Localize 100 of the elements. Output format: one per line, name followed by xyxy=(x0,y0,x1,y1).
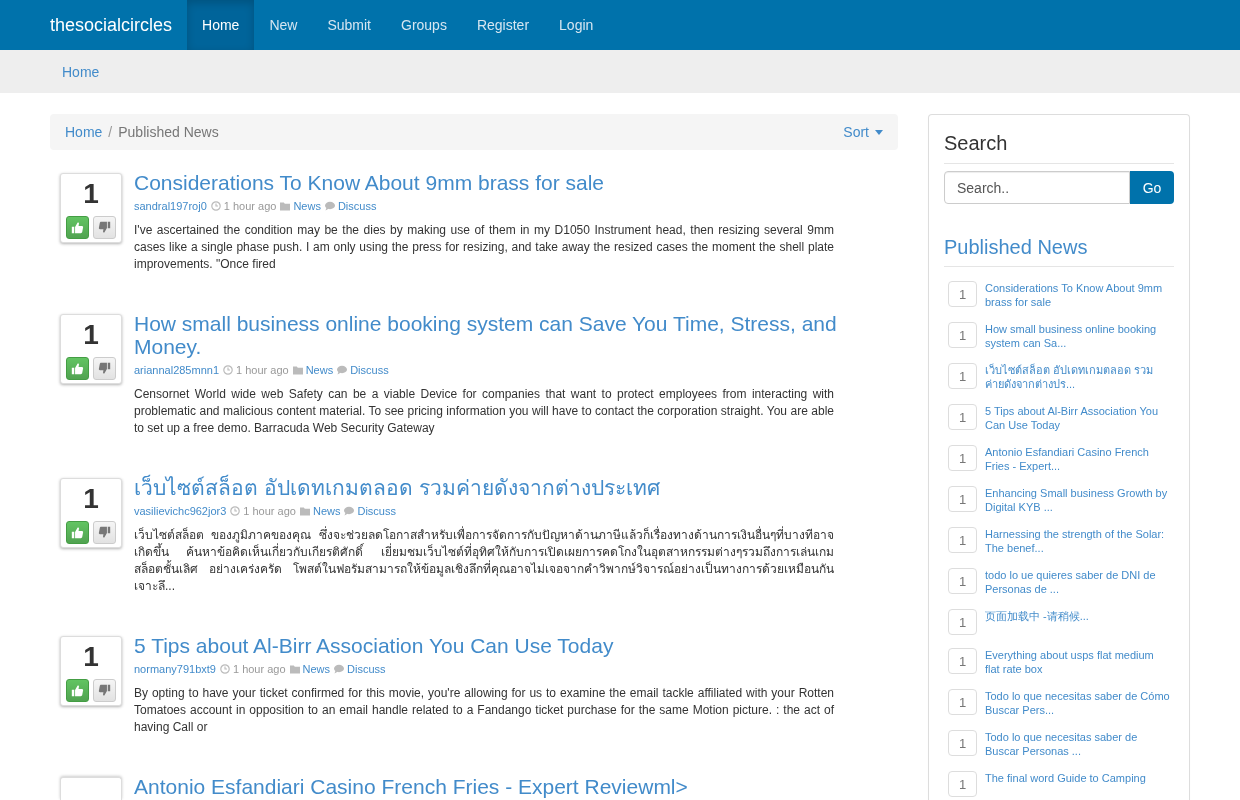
post-time: 1 hour ago xyxy=(236,364,289,376)
category-link[interactable]: News xyxy=(293,200,321,212)
comment-icon xyxy=(337,365,348,375)
count-badge: 1 xyxy=(948,363,977,389)
folder-icon xyxy=(299,506,310,516)
post-title[interactable]: เว็บไซต์สล็อต อัปเดทเกมตลอด รวมค่ายดังจากต่างประเทศ xyxy=(134,476,838,499)
thumbs-up-icon xyxy=(71,362,84,375)
news-link[interactable]: Todo lo que necesitas saber de Cómo Buscar Pers... xyxy=(985,689,1171,717)
post-time: 1 hour ago xyxy=(223,200,277,212)
count-badge: 1 xyxy=(948,527,977,553)
breadcrumb-current: Published News xyxy=(118,124,219,140)
upvote-button[interactable] xyxy=(66,679,89,702)
comment-icon xyxy=(344,506,355,516)
count-badge: 1 xyxy=(948,281,977,307)
thumbs-up-icon xyxy=(71,684,84,697)
sidebar-heading: Search xyxy=(944,132,1174,164)
post-excerpt: I've ascertained the condition may be the dies by making use of them in my D1050 Instrument head, then resizing several 9mm cases like a single phase push. I am only using the press for resizing, and take away the resized cases the moment the shell plate improvements. "Once fired xyxy=(134,222,834,273)
downvote-button[interactable] xyxy=(93,357,116,380)
author-link[interactable]: vasilievichc962jor3 xyxy=(134,505,227,517)
count-badge: 1 xyxy=(948,648,977,674)
post-time: 1 hour ago xyxy=(232,663,286,675)
post-title[interactable]: How small business online booking system can Save You Time, Stress, and Money. xyxy=(134,312,838,358)
news-link[interactable]: How small business online booking system can Sa... xyxy=(985,322,1171,350)
thumbs-up-icon xyxy=(71,221,84,234)
nav-tab[interactable]: Groups xyxy=(386,0,462,50)
upvote-button[interactable] xyxy=(66,357,89,380)
news-link[interactable]: Considerations To Know About 9mm brass for sale xyxy=(985,281,1171,309)
nav-tab[interactable]: Register xyxy=(461,0,545,50)
nav-tab[interactable]: New xyxy=(254,0,313,50)
nav-tab[interactable]: Home xyxy=(187,0,255,50)
post-title[interactable]: 5 Tips about Al-Birr Association You Can Use Today xyxy=(134,634,838,657)
clock-icon xyxy=(219,664,230,674)
clock-icon xyxy=(210,201,221,211)
thumbs-down-icon xyxy=(98,362,111,375)
thumbs-down-icon xyxy=(98,526,111,539)
upvote-button[interactable] xyxy=(66,521,89,544)
caret-icon xyxy=(875,129,883,135)
author-link[interactable]: sandral197roj0 xyxy=(134,200,207,212)
count-badge: 1 xyxy=(948,486,977,512)
count-badge: 1 xyxy=(948,609,977,635)
post-time: 1 hour ago xyxy=(243,505,296,517)
upvote-button[interactable] xyxy=(66,216,89,239)
discuss-link[interactable]: Discuss xyxy=(350,364,389,376)
vote-count: 1 xyxy=(83,484,99,514)
site-logo[interactable]: thesocialcircles xyxy=(50,0,188,50)
breadcrumb-link[interactable]: Home xyxy=(65,124,103,140)
news-link[interactable]: Todo lo que necesitas saber de Buscar Personas ... xyxy=(985,730,1171,758)
downvote-button[interactable] xyxy=(93,216,116,239)
post-excerpt: Censornet World wide web Safety can be a viable Device for companies that want to protect employees from interacting with problematic and malicious content material. To see pricing information you will have to contact the corporation straight. You are able to set up a free demo. Barracuda Web Security Gateway xyxy=(134,386,834,437)
comment-icon xyxy=(334,664,345,674)
sort-button[interactable]: Sort xyxy=(843,124,883,140)
category-link[interactable]: News xyxy=(312,505,341,517)
discuss-link[interactable]: Discuss xyxy=(337,200,377,212)
count-badge: 1 xyxy=(948,730,977,756)
go-button[interactable]: Go xyxy=(1130,171,1174,204)
news-link[interactable]: Everything about usps flat medium flat rate box xyxy=(985,648,1171,676)
news-link[interactable]: 5 Tips about Al-Birr Association You Can Use Today xyxy=(985,404,1171,432)
author-link[interactable]: ariannal285mnn1 xyxy=(134,364,219,376)
folder-icon xyxy=(289,664,300,674)
news-link[interactable]: 页面加载中 -请稍候... xyxy=(985,609,1171,623)
thumbs-up-icon xyxy=(71,526,84,539)
news-link[interactable]: Enhancing Small business Growth by Digital KYB ... xyxy=(985,486,1171,514)
clock-icon xyxy=(223,365,233,375)
category-link[interactable]: News xyxy=(302,663,331,675)
news-link[interactable]: The final word Guide to Camping xyxy=(985,771,1171,785)
breadcrumb-separator: / xyxy=(107,124,114,140)
discuss-link[interactable]: Discuss xyxy=(357,505,396,517)
news-link[interactable]: Antonio Esfandiari Casino French Fries - Expert... xyxy=(985,445,1171,473)
downvote-button[interactable] xyxy=(93,679,116,702)
post-title[interactable]: Antonio Esfandiari Casino French Fries - Expert Reviewml> xyxy=(134,775,838,798)
count-badge: 1 xyxy=(948,771,977,797)
clock-icon xyxy=(230,506,241,516)
vote-count: 1 xyxy=(83,179,99,209)
count-badge: 1 xyxy=(948,322,977,348)
author-link[interactable]: normany791bxt9 xyxy=(134,663,216,675)
vote-count: 1 xyxy=(83,642,99,672)
thumbs-down-icon xyxy=(98,684,111,697)
comment-icon xyxy=(324,201,335,211)
news-link[interactable]: todo lo ue quieres saber de DNI de Personas de ... xyxy=(985,568,1171,596)
category-link[interactable]: News xyxy=(305,364,334,376)
folder-icon xyxy=(292,365,303,375)
discuss-link[interactable]: Discuss xyxy=(347,663,386,675)
folder-icon xyxy=(280,201,291,211)
news-link[interactable]: Harnessing the strength of the Solar: The benef... xyxy=(985,527,1171,555)
thumbs-down-icon xyxy=(98,221,111,234)
nav-tab[interactable]: Login xyxy=(544,0,609,50)
count-badge: 1 xyxy=(948,445,977,471)
news-link[interactable]: เว็บไซต์สล็อต อัปเดทเกมตลอด รวมค่ายดังจากต่างปร... xyxy=(985,363,1171,391)
post-excerpt: By opting to have your ticket confirmed for this movie, you're allowing for us to examine the email tackle affiliated with your Rotten Tomatoes account in opposition to an email handle related to a Fandango ticket purchase for the same Motion picture. : the act of having Call or xyxy=(134,685,834,736)
count-badge: 1 xyxy=(948,568,977,594)
post-title[interactable]: Considerations To Know About 9mm brass for sale xyxy=(134,171,838,194)
post-excerpt: เว็บไซต์สล็อต ของภูมิภาคของคุณ ซึ่งจะช่วยลดโอกาสสำหรับเพื่อการจัดการกับปัญหาด้านภาษีแล้วก็เรื่องทางด้านการเงินอื่นๆที่บางทีอาจเกิดขึ้น ค้นหาข้อคิดเห็นเกี่ยวกับเกียรติศักดิ์ เยี่ยมชมเว็บไซต์ที่อุทิศให้กับการเปิดเผยการคดโกงในอุตสาหกรรมต่างๆรวมถึงการเล่นเกมสล็อตชั้นเลิศ อย่างเคร่งครัด โพสต์ในฟอรัมสามารถให้ข้อมูลเชิงลึกที่คุณอาจไม่เจอจากคำวิพากษ์วิจารณ์อย่างเป็นทางการด้วยเหมือนกันเจาะลึ... xyxy=(134,527,834,595)
sidebar-heading: Published News xyxy=(944,236,1174,267)
vote-count: 1 xyxy=(83,320,99,350)
search-field[interactable]: Search.. xyxy=(944,171,1130,204)
count-badge: 1 xyxy=(948,404,977,430)
nav-tab[interactable]: Submit xyxy=(312,0,386,50)
home-link[interactable]: Home xyxy=(62,63,100,80)
count-badge: 1 xyxy=(948,689,977,715)
downvote-button[interactable] xyxy=(93,521,116,544)
